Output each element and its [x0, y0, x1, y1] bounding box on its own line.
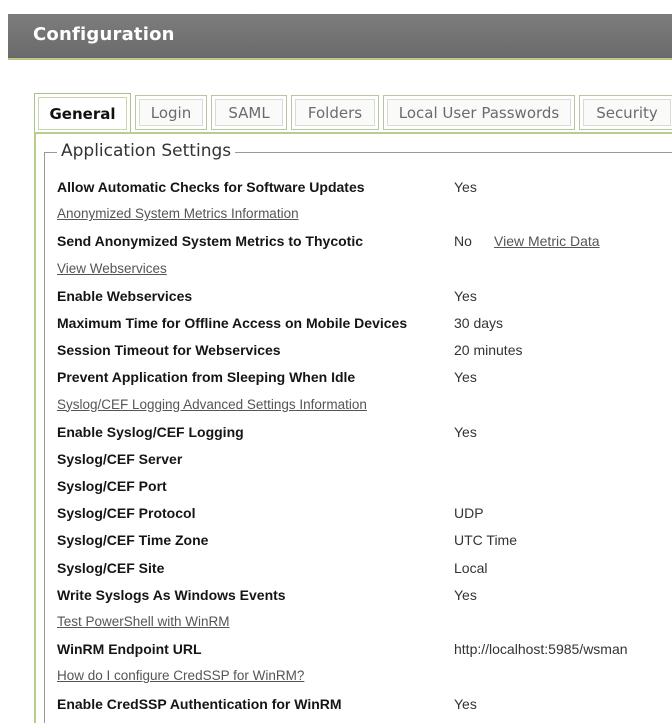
settings-info-link[interactable]: How do I configure CredSSP for WinRM?	[57, 668, 304, 683]
settings-row: Send Anonymized System Metrics to Thycot…	[57, 230, 672, 257]
setting-label: Syslog/CEF Server	[57, 450, 183, 467]
setting-value: Yes	[454, 179, 477, 195]
setting-value: http://localhost:5985/wsman	[454, 641, 628, 658]
settings-row: Write Syslogs As Windows Events Yes	[57, 584, 672, 611]
setting-value: No	[454, 233, 472, 250]
settings-row: Test PowerShell with WinRM	[57, 611, 672, 638]
setting-label: Syslog/CEF Time Zone	[57, 532, 209, 549]
settings-info-link[interactable]: Test PowerShell with WinRM	[57, 614, 230, 629]
view-metric-data-link[interactable]: View Metric Data	[494, 233, 600, 249]
settings-row: Syslog/CEF Port	[57, 475, 672, 502]
settings-row: How do I configure CredSSP for WinRM?	[57, 665, 672, 692]
settings-list: Allow Automatic Checks for Software Upda…	[57, 176, 672, 720]
setting-value: UDP	[454, 505, 484, 522]
tab-security[interactable]: Security	[579, 95, 672, 130]
settings-row: Syslog/CEF Logging Advanced Settings Inf…	[57, 394, 672, 421]
setting-value: UTC Time	[454, 532, 517, 549]
settings-row: Maximum Time for Offline Access on Mobil…	[57, 312, 672, 339]
settings-row: Session Timeout for Webservices 20 minute…	[57, 339, 672, 366]
setting-value: Yes	[454, 423, 477, 440]
settings-row: WinRM Endpoint URL http://localhost:5985/…	[57, 638, 672, 665]
tab-local-user-passwords[interactable]: Local User Passwords	[383, 95, 575, 130]
setting-label: Allow Automatic Checks for Software Upda…	[57, 179, 365, 195]
settings-info-link[interactable]: Anonymized System Metrics Information	[57, 206, 299, 221]
settings-row: Enable CredSSP Authentication for WinRM Y…	[57, 693, 672, 720]
setting-label: Write Syslogs As Windows Events	[57, 586, 286, 603]
tab-login[interactable]: Login	[135, 95, 207, 130]
setting-label: Maximum Time for Offline Access on Mobil…	[57, 314, 408, 331]
settings-row: Allow Automatic Checks for Software Upda…	[57, 176, 672, 203]
setting-label: Enable Syslog/CEF Logging	[57, 423, 244, 440]
tab-bar: General Login SAML Folders Local User Pa…	[34, 93, 672, 133]
section-title: Application Settings	[57, 141, 236, 161]
setting-value: Yes	[454, 287, 477, 304]
setting-label: Syslog/CEF Protocol	[57, 505, 196, 522]
settings-row: Anonymized System Metrics Information	[57, 203, 672, 230]
setting-label: Session Timeout for Webservices	[57, 342, 281, 359]
setting-label: Syslog/CEF Site	[57, 559, 165, 576]
setting-label: Prevent Application from Sleeping When I…	[57, 369, 356, 386]
settings-row: Syslog/CEF Server	[57, 448, 672, 475]
setting-label: Syslog/CEF Port	[57, 478, 167, 495]
config-header: Configuration	[8, 14, 672, 60]
tab-saml[interactable]: SAML	[211, 95, 287, 130]
setting-value: 20 minutes	[454, 342, 523, 359]
setting-label: Enable CredSSP Authentication for WinRM	[57, 695, 342, 712]
setting-value: Yes	[454, 695, 477, 712]
top-strip	[0, 0, 672, 14]
settings-row: View Webservices	[57, 258, 672, 285]
setting-value: 30 days	[454, 314, 504, 331]
setting-label: Send Anonymized System Metrics to Thycot…	[57, 233, 363, 250]
settings-row: Prevent Application from Sleeping When I…	[57, 366, 672, 393]
settings-info-link[interactable]: View Webservices	[57, 261, 167, 276]
tab-folders[interactable]: Folders	[291, 95, 379, 130]
setting-label: WinRM Endpoint URL	[57, 641, 202, 658]
settings-row: Syslog/CEF Protocol UDP	[57, 502, 672, 529]
setting-value: Yes	[454, 586, 477, 603]
settings-info-link[interactable]: Syslog/CEF Logging Advanced Settings Inf…	[57, 397, 367, 412]
settings-row: Enable Webservices Yes	[57, 285, 672, 312]
tab-general[interactable]: General	[34, 93, 131, 133]
settings-row: Syslog/CEF Time Zone UTC Time	[57, 529, 672, 556]
settings-row: Syslog/CEF Site Local	[57, 557, 672, 584]
setting-value: Yes	[454, 369, 477, 386]
setting-value: Local	[454, 559, 488, 576]
settings-row: Enable Syslog/CEF Logging Yes	[57, 421, 672, 448]
setting-label: Enable Webservices	[57, 287, 193, 304]
page-title: Configuration	[33, 24, 175, 45]
